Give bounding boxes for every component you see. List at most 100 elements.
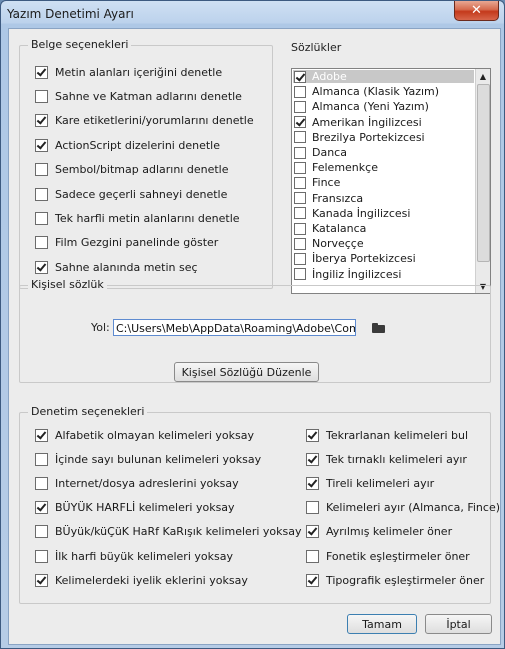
checkbox[interactable] (35, 549, 48, 563)
checkbox[interactable] (294, 176, 306, 189)
checkbox[interactable] (294, 237, 306, 250)
checkbox[interactable] (35, 138, 48, 152)
checkbox[interactable] (306, 501, 319, 515)
denetim-left-option-2[interactable]: Internet/dosya adreslerini yoksay (35, 475, 239, 491)
checkbox[interactable] (35, 525, 48, 539)
folder-icon[interactable] (372, 323, 385, 333)
checkbox[interactable] (35, 65, 48, 79)
checkbox[interactable] (306, 428, 319, 442)
checkbox[interactable] (294, 207, 306, 220)
checkbox[interactable] (35, 236, 48, 250)
denetim-left-option-label: BÜYÜK HARFLİ kelimeleri yoksay (55, 501, 235, 515)
edit-personal-dictionary-button[interactable]: Kişisel Sözlüğü Düzenle (174, 362, 319, 382)
checkbox[interactable] (306, 549, 319, 563)
personal-dictionary-path-input[interactable]: C:\Users\Meb\AppData\Roaming\Adobe\Commo… (113, 319, 356, 336)
dictionary-item-label: Almanca (Yeni Yazım) (312, 100, 429, 114)
checkbox[interactable] (294, 161, 306, 174)
belge-option-5[interactable]: Sadece geçerli sahneyi denetle (35, 186, 227, 202)
checkbox[interactable] (294, 146, 306, 159)
dictionary-item-6[interactable]: Felemenkçe (294, 161, 378, 174)
belge-option-6[interactable]: Tek harfli metin alanlarını denetle (35, 210, 240, 226)
belge-option-label: Metin alanları içeriğini denetle (55, 65, 223, 79)
dictionary-item-2[interactable]: Almanca (Yeni Yazım) (294, 100, 429, 113)
checkbox[interactable] (35, 211, 48, 225)
denetim-right-option-5[interactable]: Fonetik eşleştirmeler öner (306, 548, 470, 564)
denetim-right-option-label: Tekrarlanan kelimeleri bul (326, 428, 469, 442)
denetim-left-option-label: İlk harfi büyük kelimeleri yoksay (55, 549, 233, 563)
belge-option-4[interactable]: Sembol/bitmap adlarını denetle (35, 162, 228, 178)
belge-option-2[interactable]: Kare etiketlerini/yorumlarını denetle (35, 113, 254, 129)
dictionary-item-label: Adobe (312, 70, 347, 83)
dictionary-item-label: Katalanca (312, 222, 367, 235)
belge-option-1[interactable]: Sahne ve Katman adlarını denetle (35, 88, 242, 104)
dictionary-item-12[interactable]: İberya Portekizcesi (294, 252, 416, 265)
checkbox[interactable] (306, 525, 319, 539)
denetim-right-option-label: Fonetik eşleştirmeler öner (326, 549, 470, 563)
denetim-right-option-6[interactable]: Tipografik eşleştirmeler öner (306, 572, 484, 588)
dictionary-item-3[interactable]: Amerikan İngilizcesi (294, 116, 422, 129)
checkbox[interactable] (294, 116, 306, 129)
dictionary-item-13[interactable]: İngiliz İngilizcesi (294, 268, 401, 281)
belge-option-7[interactable]: Film Gezgini panelinde göster (35, 235, 218, 251)
checkbox[interactable] (294, 100, 306, 113)
belge-option-8[interactable]: Sahne alanında metin seç (35, 259, 198, 275)
checkbox[interactable] (35, 501, 48, 515)
checkbox[interactable] (294, 70, 306, 83)
checkbox[interactable] (306, 573, 319, 587)
denetim-left-option-0[interactable]: Alfabetik olmayan kelimeleri yoksay (35, 427, 254, 443)
denetim-left-option-1[interactable]: İçinde sayı bulunan kelimeleri yoksay (35, 451, 261, 467)
checkbox[interactable] (35, 476, 48, 490)
belge-legend: Belge seçenekleri (28, 38, 132, 51)
checkbox[interactable] (35, 428, 48, 442)
denetim-right-option-label: Ayrılmış kelimeler öner (326, 525, 453, 539)
dictionary-item-7[interactable]: Fince (294, 176, 340, 189)
denetim-right-option-0[interactable]: Tekrarlanan kelimeleri bul (306, 427, 468, 443)
checkbox[interactable] (35, 260, 48, 274)
scroll-thumb[interactable] (477, 84, 490, 262)
belge-option-3[interactable]: ActionScript dizelerini denetle (35, 137, 220, 153)
denetim-right-option-1[interactable]: Tek tırnaklı kelimeleri ayır (306, 451, 467, 467)
belge-option-label: Sembol/bitmap adlarını denetle (55, 163, 229, 177)
cancel-button[interactable]: İptal (425, 614, 492, 634)
dictionary-item-4[interactable]: Brezilya Portekizcesi (294, 131, 425, 144)
belge-option-label: Sahne alanında metin seç (55, 260, 198, 274)
denetim-left-option-3[interactable]: BÜYÜK HARFLİ kelimeleri yoksay (35, 500, 235, 516)
denetim-right-option-label: Tipografik eşleştirmeler öner (326, 573, 485, 587)
checkbox[interactable] (306, 452, 319, 466)
denetim-right-option-label: Kelimeleri ayır (Almanca, Fince) (326, 501, 500, 515)
ok-button[interactable]: Tamam (347, 614, 417, 634)
checkbox[interactable] (294, 85, 306, 98)
list-scrollbar[interactable]: ▲ ▼ (475, 69, 490, 293)
checkbox[interactable] (294, 131, 306, 144)
checkbox[interactable] (35, 452, 48, 466)
dictionary-item-8[interactable]: Fransızca (294, 192, 363, 205)
title-bar[interactable]: Yazım Denetimi Ayarı ✕ (1, 1, 504, 28)
checkbox[interactable] (294, 252, 306, 265)
denetim-left-option-5[interactable]: İlk harfi büyük kelimeleri yoksay (35, 548, 233, 564)
dictionary-item-0[interactable]: Adobe (294, 70, 347, 83)
checkbox[interactable] (294, 192, 306, 205)
dictionary-item-11[interactable]: Norveççe (294, 237, 364, 250)
dictionary-item-9[interactable]: Kanada İngilizcesi (294, 207, 410, 220)
denetim-right-option-3[interactable]: Kelimeleri ayır (Almanca, Fince) (306, 500, 500, 516)
checkbox[interactable] (294, 268, 306, 281)
checkbox[interactable] (294, 222, 306, 235)
close-button[interactable]: ✕ (454, 1, 499, 21)
denetim-right-option-4[interactable]: Ayrılmış kelimeler öner (306, 524, 452, 540)
scroll-up-button[interactable]: ▲ (476, 69, 490, 83)
checkbox[interactable] (35, 114, 48, 128)
dictionary-item-10[interactable]: Katalanca (294, 222, 366, 235)
checkbox[interactable] (306, 476, 319, 490)
checkbox[interactable] (35, 163, 48, 177)
denetim-right-option-2[interactable]: Tireli kelimeleri ayır (306, 475, 434, 491)
dictionary-list[interactable]: Adobe Almanca (Klasik Yazım) Almanca (Yeni… (291, 68, 491, 294)
checkbox[interactable] (35, 187, 48, 201)
dictionary-item-1[interactable]: Almanca (Klasik Yazım) (294, 85, 439, 98)
checkbox[interactable] (35, 573, 48, 587)
close-icon: ✕ (471, 3, 482, 18)
denetim-left-option-6[interactable]: Kelimelerdeki iyelik eklerini yoksay (35, 572, 248, 588)
dictionary-item-5[interactable]: Danca (294, 146, 347, 159)
checkbox[interactable] (35, 89, 48, 103)
denetim-left-option-4[interactable]: BÜyük/küÇüK HaRf KaRışık kelimeleri yoks… (35, 524, 302, 540)
belge-option-0[interactable]: Metin alanları içeriğini denetle (35, 64, 222, 80)
